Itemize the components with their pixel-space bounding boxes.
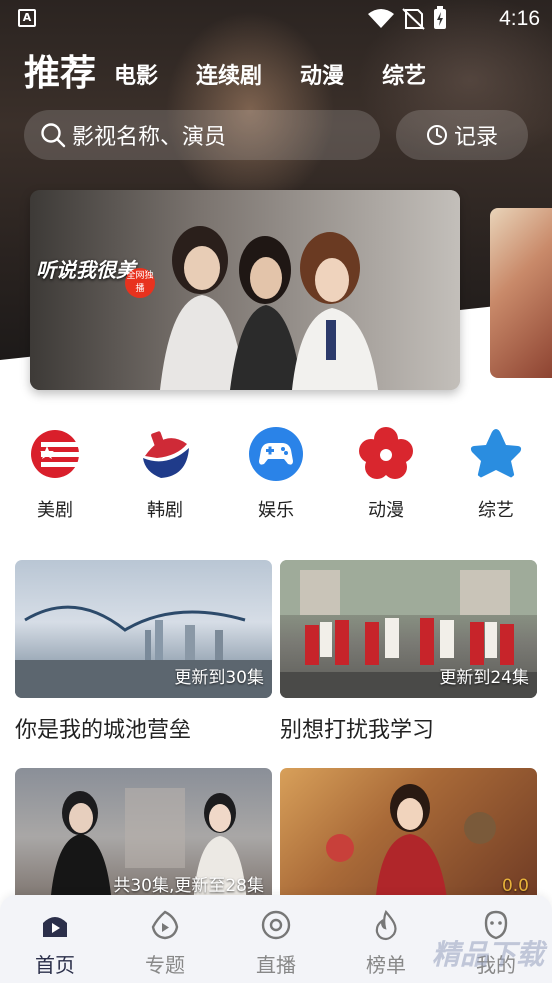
history-label: 记录 — [453, 125, 498, 150]
kr-flag-icon — [143, 431, 189, 478]
watermark: 精品下载 — [431, 938, 544, 971]
category-label: 美剧 — [37, 500, 73, 521]
category-label: 娱乐 — [258, 500, 294, 521]
card-title: 别想打扰我学习 — [280, 718, 435, 743]
top-nav: 推荐 电影 连续剧 动漫 综艺 — [24, 50, 464, 96]
live-icon — [261, 910, 291, 940]
card-title: 你是我的城池营垒 — [15, 718, 192, 743]
video-card[interactable]: 更新到24集 别想打扰我学习 — [280, 560, 537, 744]
card-thumbnail: 0.0 — [280, 768, 537, 906]
search-icon — [41, 123, 66, 148]
category-anime[interactable]: 动漫 — [346, 426, 426, 522]
bottom-tab-rankings[interactable]: 榜单 — [346, 909, 426, 978]
us-flag-icon — [31, 430, 79, 478]
tab-anime[interactable]: 动漫 — [300, 58, 344, 96]
history-button[interactable]: 记录 — [396, 110, 528, 160]
category-us-drama[interactable]: 美剧 — [15, 426, 95, 522]
category-entertainment[interactable]: 娱乐 — [236, 426, 316, 522]
thumbnail-art — [326, 784, 496, 906]
card-thumbnail: 更新到24集 — [280, 560, 537, 698]
banner-tag: 全网独播 — [125, 268, 155, 298]
video-card[interactable]: 共30集,更新至28集 — [15, 768, 272, 906]
battery-charging-icon — [434, 6, 446, 29]
app-notification-icon: A — [18, 9, 36, 27]
search-input[interactable]: 影视名称、演员 — [24, 110, 380, 160]
flame-icon — [375, 909, 397, 941]
banner-next-slide[interactable] — [490, 208, 552, 378]
episode-badge: 共30集,更新至28集 — [113, 876, 264, 896]
status-icons — [368, 6, 446, 30]
tab-movies[interactable]: 电影 — [114, 58, 158, 96]
bottom-tab-home[interactable]: 首页 — [15, 909, 95, 978]
clock-icon — [426, 125, 447, 145]
bottom-tab-label: 首页 — [35, 953, 75, 977]
star-icon — [470, 429, 522, 478]
gamepad-icon — [249, 427, 303, 481]
home-play-icon — [43, 917, 67, 937]
bottom-tab-label: 专题 — [145, 953, 185, 977]
wifi-icon — [368, 9, 394, 28]
video-card[interactable]: 更新到30集 你是我的城池营垒 — [15, 560, 272, 744]
tab-variety[interactable]: 综艺 — [382, 58, 426, 96]
bottom-nav: 首页 专题 直播 榜单 我的 精品下载 — [0, 895, 552, 983]
flower-icon — [359, 427, 413, 479]
category-label: 综艺 — [478, 500, 514, 521]
topic-icon — [151, 910, 179, 940]
bottom-tab-label: 榜单 — [366, 953, 406, 977]
tab-series[interactable]: 连续剧 — [196, 58, 262, 96]
tab-recommend[interactable]: 推荐 — [24, 44, 96, 96]
banner-slide[interactable]: 听说我很美 全网独播 — [30, 190, 460, 390]
bottom-tab-label: 直播 — [256, 953, 296, 977]
search-placeholder: 影视名称、演员 — [72, 125, 227, 150]
bottom-tab-live[interactable]: 直播 — [236, 909, 316, 978]
episode-badge: 更新到24集 — [439, 668, 529, 688]
bottom-tab-topics[interactable]: 专题 — [125, 909, 205, 978]
status-bar: A 4:16 — [0, 0, 552, 38]
card-thumbnail: 更新到30集 — [15, 560, 272, 698]
banner-title: 听说我很美 — [36, 258, 136, 282]
category-label: 动漫 — [368, 500, 404, 521]
video-card[interactable]: 0.0 — [280, 768, 537, 906]
episode-badge: 更新到30集 — [174, 668, 264, 688]
rating-badge: 0.0 — [501, 876, 529, 896]
category-variety[interactable]: 综艺 — [456, 426, 536, 522]
banner-image — [30, 190, 460, 390]
card-thumbnail: 共30集,更新至28集 — [15, 768, 272, 906]
no-sim-icon — [402, 8, 425, 30]
category-label: 韩剧 — [147, 500, 183, 521]
clock: 4:16 — [499, 7, 540, 30]
category-kr-drama[interactable]: 韩剧 — [125, 426, 205, 522]
category-row: 美剧 韩剧 娱乐 动漫 综艺 — [0, 426, 552, 521]
